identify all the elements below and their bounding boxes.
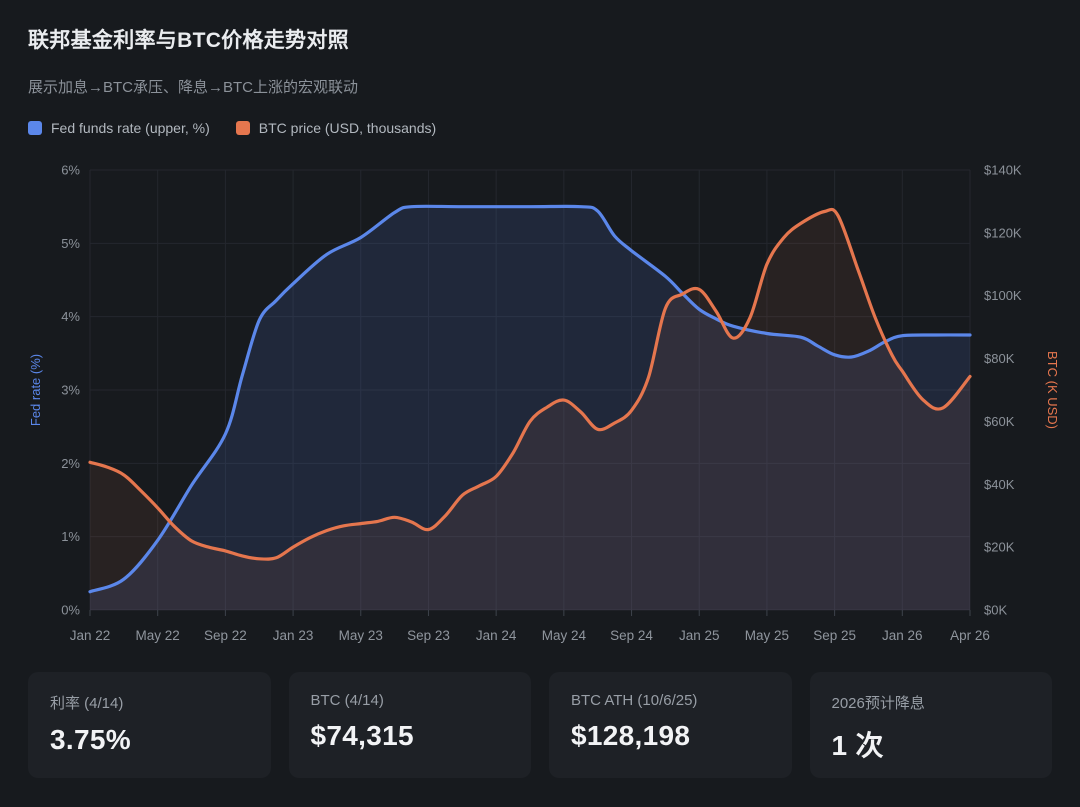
page-subtitle: 展示加息→BTC承压、降息→BTC上涨的宏观联动 xyxy=(28,76,358,97)
stat-card-2026-rate-cuts: 2026预计降息 1 次 xyxy=(810,672,1053,778)
stat-card-rate-value: 3.75% xyxy=(50,724,249,756)
right-axis-tick-label: $140K xyxy=(984,163,1022,178)
x-tick-label: Sep 23 xyxy=(407,628,450,643)
legend: Fed funds rate (upper, %) BTC price (USD… xyxy=(28,120,436,136)
right-axis-tick-label: $0K xyxy=(984,603,1007,618)
x-tick-label: May 22 xyxy=(136,628,180,643)
stat-card-2026-rate-cuts-value: 1 次 xyxy=(832,724,1031,764)
left-axis-tick-label: 1% xyxy=(61,529,80,544)
left-axis-tick-label: 3% xyxy=(61,383,80,398)
left-axis-tick-label: 2% xyxy=(61,456,80,471)
stat-card-2026-rate-cuts-label: 2026预计降息 xyxy=(832,692,1031,713)
stat-card-btc-ath: BTC ATH (10/6/25) $128,198 xyxy=(549,672,792,778)
right-axis-tick-label: $80K xyxy=(984,351,1015,366)
right-axis-tick-label: $60K xyxy=(984,414,1015,429)
stat-card-btc-price-value: $74,315 xyxy=(311,720,510,752)
stat-card-btc-price: BTC (4/14) $74,315 xyxy=(289,672,532,778)
x-tick-label: Jan 25 xyxy=(679,628,720,643)
legend-item-fed-rate[interactable]: Fed funds rate (upper, %) xyxy=(28,120,210,136)
left-axis-tick-label: 6% xyxy=(61,163,80,178)
fed-rate-legend-swatch-icon xyxy=(28,121,42,135)
stat-card-btc-ath-value: $128,198 xyxy=(571,720,770,752)
right-axis-tick-label: $120K xyxy=(984,225,1022,240)
x-tick-label: Jan 26 xyxy=(882,628,923,643)
btc-price-legend-label: BTC price (USD, thousands) xyxy=(259,120,436,136)
stat-card-btc-price-label: BTC (4/14) xyxy=(311,692,510,709)
x-tick-label: Sep 25 xyxy=(813,628,856,643)
right-axis-tick-label: $20K xyxy=(984,540,1015,555)
stat-card-rate-label: 利率 (4/14) xyxy=(50,692,249,713)
x-tick-label: Apr 26 xyxy=(950,628,990,643)
x-tick-label: May 23 xyxy=(339,628,383,643)
right-axis-title: BTC (K USD) xyxy=(1045,351,1060,429)
right-axis-tick-label: $40K xyxy=(984,477,1015,492)
left-axis-tick-label: 4% xyxy=(61,309,80,324)
fed-btc-chart: Jan 22 May 22 Sep 22 Jan 23 May 23 Sep 23 Jan … xyxy=(0,160,1080,660)
x-tick-label: Jan 22 xyxy=(70,628,111,643)
left-axis-tick-label: 0% xyxy=(61,603,80,618)
stat-card-btc-ath-label: BTC ATH (10/6/25) xyxy=(571,692,770,709)
fed-rate-legend-label: Fed funds rate (upper, %) xyxy=(51,120,210,136)
x-tick-label: May 24 xyxy=(542,628,587,643)
stat-cards: 利率 (4/14) 3.75% BTC (4/14) $74,315 BTC A… xyxy=(28,672,1052,778)
right-axis-tick-label: $100K xyxy=(984,288,1022,303)
x-tick-label: May 25 xyxy=(745,628,789,643)
btc-price-legend-swatch-icon xyxy=(236,121,250,135)
left-axis-title: Fed rate (%) xyxy=(28,354,43,426)
stat-card-rate: 利率 (4/14) 3.75% xyxy=(28,672,271,778)
x-tick-label: Sep 22 xyxy=(204,628,247,643)
x-tick-label: Jan 23 xyxy=(273,628,314,643)
left-axis-tick-label: 5% xyxy=(61,236,80,251)
legend-item-btc-price[interactable]: BTC price (USD, thousands) xyxy=(236,120,436,136)
x-tick-label: Jan 24 xyxy=(476,628,517,643)
page-title: 联邦基金利率与BTC价格走势对照 xyxy=(28,24,349,54)
x-tick-label: Sep 24 xyxy=(610,628,653,643)
